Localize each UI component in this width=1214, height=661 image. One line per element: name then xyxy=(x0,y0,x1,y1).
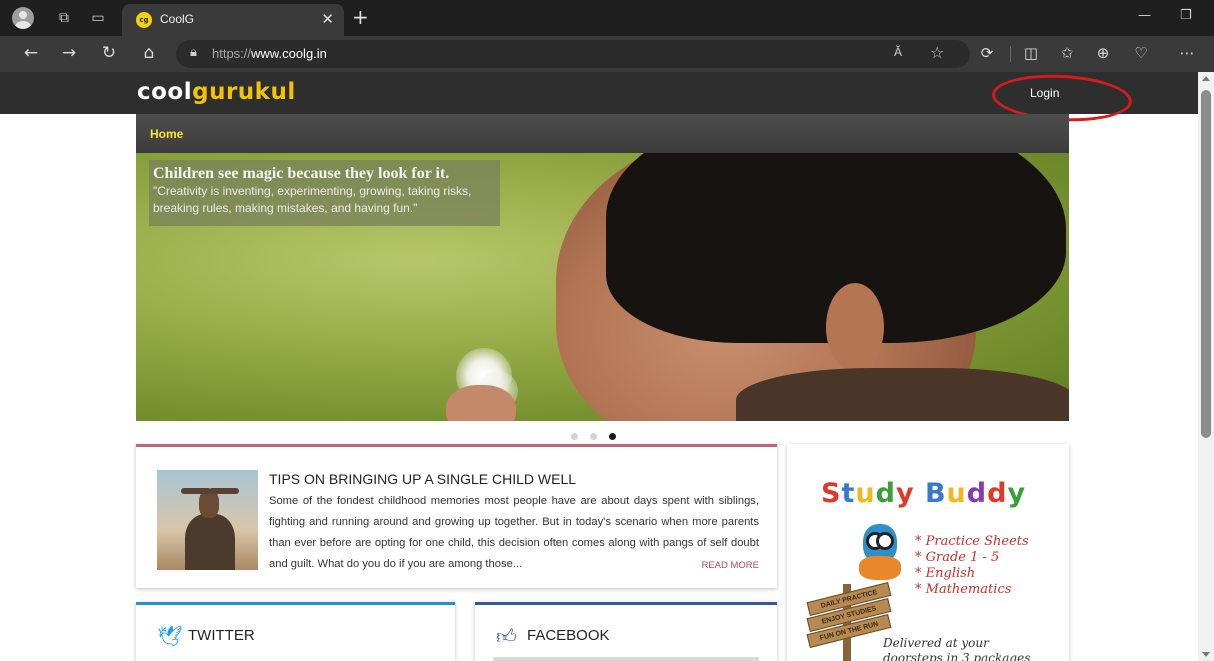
twitter-widget: 🕊︎ TWITTER xyxy=(136,602,455,661)
article-title[interactable]: TIPS ON BRINGING UP A SINGLE CHILD WELL xyxy=(269,471,576,487)
split-screen-icon[interactable]: ◫ xyxy=(1020,44,1042,62)
restore-icon[interactable]: ❐ xyxy=(1180,8,1192,23)
brand-letter: y xyxy=(1007,478,1027,509)
brand-letter: d xyxy=(875,478,896,509)
ad-delivery-line-2: doorsteps in 3 packages xyxy=(883,651,1031,661)
scroll-up-icon[interactable] xyxy=(1202,76,1210,81)
browser-toolbar: ← → ↻ ⌂ 🔒︎ https://www.coolg.in Ă ☆ ⟳ ◫… xyxy=(0,36,1214,72)
article-excerpt: Some of the fondest childhood memories m… xyxy=(269,495,759,570)
brand-letter: u xyxy=(855,478,876,509)
new-tab-icon[interactable]: + xyxy=(352,5,369,29)
main-nav: Home xyxy=(136,114,1069,153)
page-viewport: coolgurukul Login Home Children see magi… xyxy=(0,72,1198,661)
ad-feature-4: * Mathematics xyxy=(915,582,1012,597)
url-host: www.coolg.in xyxy=(251,46,327,61)
read-aloud-icon[interactable]: Ă xyxy=(894,45,902,59)
study-buddy-logo: Study Buddy xyxy=(821,478,1026,509)
more-options-icon[interactable]: ⋯ xyxy=(1176,44,1198,62)
scroll-down-icon[interactable] xyxy=(1202,652,1210,657)
facebook-feed-box xyxy=(493,657,759,661)
thumbnail-arm-left xyxy=(181,488,211,494)
thumbnail-child xyxy=(199,490,219,518)
coolg-favicon-icon: cg xyxy=(136,12,152,28)
twitter-heading: TWITTER xyxy=(188,627,255,644)
read-more-link[interactable]: READ MORE xyxy=(701,560,759,571)
slider-dot-1[interactable] xyxy=(571,433,578,440)
brand-letter: t xyxy=(841,478,856,509)
hero-child-ear xyxy=(826,283,884,371)
thumbnail-arm-right xyxy=(209,488,239,494)
extensions-icon[interactable]: ⟳ xyxy=(976,44,998,62)
back-icon[interactable]: ← xyxy=(20,43,42,63)
study-buddy-brand: Study Buddy xyxy=(821,478,1026,509)
brand-letter: u xyxy=(946,478,967,509)
ad-feature-1: * Practice Sheets xyxy=(915,534,1029,549)
forward-icon[interactable]: → xyxy=(58,43,80,63)
favorite-star-icon[interactable]: ☆ xyxy=(930,43,944,62)
lock-icon[interactable]: 🔒︎ xyxy=(190,45,197,60)
brand-letter xyxy=(915,478,925,509)
ad-delivery-text: Delivered at your doorsteps in 3 package… xyxy=(883,636,1030,661)
ad-feature-2: * Grade 1 - 5 xyxy=(915,550,1000,565)
brand-letter: S xyxy=(821,478,842,509)
logo-part-gurukul: gurukul xyxy=(192,79,296,105)
tab-title: CoolG xyxy=(160,12,195,26)
browser-essentials-icon[interactable]: ♡ xyxy=(1130,44,1152,62)
browser-tab-bar: ⧉ ▭ cg CoolG ✕ + — ❐ xyxy=(0,0,1214,36)
brand-letter: d xyxy=(966,478,988,509)
brand-letter: B xyxy=(924,478,947,509)
logo-part-cool: cool xyxy=(137,79,193,105)
facebook-widget: 👍︎ FACEBOOK xyxy=(475,602,777,661)
home-icon[interactable]: ⌂ xyxy=(138,43,160,63)
collections-icon[interactable]: ⊕ xyxy=(1092,44,1114,62)
hero-child-shirt xyxy=(736,368,1069,421)
slider-dot-3-active[interactable] xyxy=(609,433,616,440)
page-scrollbar[interactable] xyxy=(1198,72,1214,661)
hero-quote: "Creativity is inventing, experimenting,… xyxy=(153,184,472,215)
slider-dots xyxy=(571,427,628,440)
minimize-icon[interactable]: — xyxy=(1138,8,1151,23)
featured-article-card: TIPS ON BRINGING UP A SINGLE CHILD WELL … xyxy=(136,444,777,588)
nav-home[interactable]: Home xyxy=(150,127,183,141)
brand-letter: y xyxy=(895,478,915,509)
brand-letter: d xyxy=(987,478,1008,509)
thumbs-up-icon: 👍︎ xyxy=(496,624,517,648)
hero-child-hand xyxy=(446,385,516,421)
url-scheme: https:// xyxy=(212,46,252,61)
tab-coolg[interactable]: cg CoolG ✕ xyxy=(122,4,344,36)
thumbnail-father xyxy=(185,514,235,570)
close-tab-icon[interactable]: ✕ xyxy=(321,10,334,28)
ad-delivery-line-1: Delivered at your xyxy=(883,636,989,650)
refresh-icon[interactable]: ↻ xyxy=(98,43,120,63)
ad-feature-3: * English xyxy=(915,566,976,581)
scrollbar-thumb[interactable] xyxy=(1201,90,1211,438)
facebook-heading: FACEBOOK xyxy=(527,627,610,644)
address-bar[interactable]: 🔒︎ https://www.coolg.in Ă ☆ xyxy=(176,40,970,68)
article-thumbnail[interactable] xyxy=(157,470,258,570)
favorites-list-icon[interactable]: ✩ xyxy=(1056,44,1078,62)
study-buddy-ad[interactable]: Study Buddy * Practice Sheets * Grade 1 … xyxy=(787,444,1069,661)
workspaces-icon[interactable]: ⧉ xyxy=(54,8,74,28)
slider-dot-2[interactable] xyxy=(590,433,597,440)
tab-actions-icon[interactable]: ▭ xyxy=(88,8,108,28)
url-text[interactable]: https://www.coolg.in xyxy=(212,46,327,61)
coolgurukul-logo[interactable]: coolgurukul xyxy=(137,79,296,105)
hero-headline: Children see magic because they look for… xyxy=(153,165,450,182)
twitter-bird-icon: 🕊︎ xyxy=(157,624,183,648)
site-header: coolgurukul Login xyxy=(0,72,1198,125)
hero-caption: Children see magic because they look for… xyxy=(149,160,500,226)
owl-body-icon xyxy=(859,556,901,580)
toolbar-divider xyxy=(1010,46,1011,62)
profile-avatar-icon[interactable] xyxy=(12,7,34,29)
